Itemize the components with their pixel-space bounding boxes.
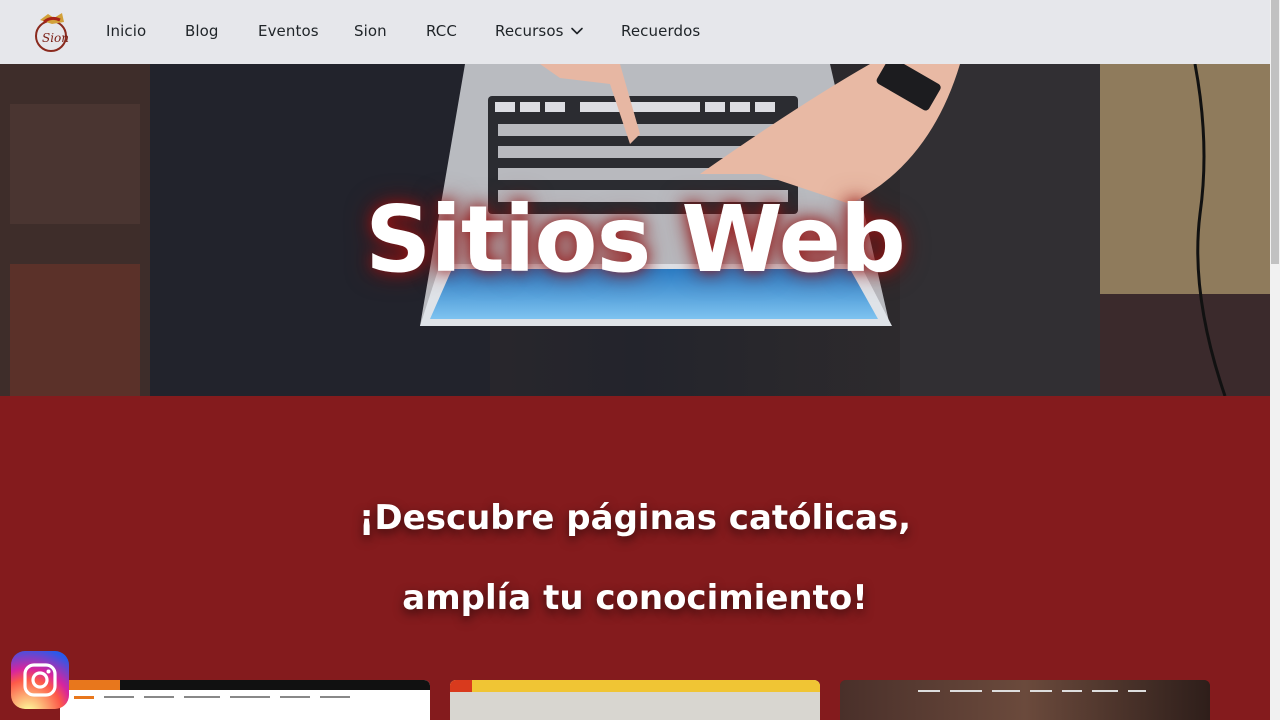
card-preview-topbar	[450, 680, 820, 692]
website-card-3[interactable]	[840, 680, 1210, 720]
chevron-down-icon	[570, 27, 583, 35]
card-preview-logo	[450, 680, 472, 692]
nav-blog[interactable]: Blog	[185, 22, 219, 40]
instagram-button[interactable]	[11, 651, 69, 709]
nav-sion[interactable]: Sion	[354, 22, 387, 40]
nav-inicio[interactable]: Inicio	[106, 22, 146, 40]
sion-logo-icon[interactable]: Sion	[30, 10, 72, 54]
card-preview-menu	[60, 690, 430, 704]
svg-text:Sion: Sion	[42, 31, 69, 45]
card-preview-accent	[60, 680, 120, 690]
section-headline-line1: ¡Descubre páginas católicas,	[358, 498, 912, 538]
section-headline-line2: amplía tu conocimiento!	[402, 578, 868, 618]
card-preview-menu	[840, 684, 1210, 698]
nav-eventos[interactable]: Eventos	[258, 22, 319, 40]
website-card-1[interactable]	[60, 680, 430, 720]
nav-recuerdos[interactable]: Recuerdos	[621, 22, 700, 40]
instagram-icon	[23, 663, 57, 697]
nav-recursos-label: Recursos	[495, 22, 564, 40]
nav-recursos-dropdown[interactable]: Recursos	[495, 22, 584, 40]
nav-rcc[interactable]: RCC	[426, 22, 457, 40]
hero-banner: Sitios Web	[0, 64, 1270, 396]
page-scrollbar[interactable]	[1270, 0, 1280, 720]
top-navigation: Sion Inicio Blog Eventos Sion RCC Recurs…	[0, 0, 1270, 64]
card-preview-body	[450, 692, 820, 720]
scrollbar-thumb[interactable]	[1271, 0, 1279, 264]
discover-section: ¡Descubre páginas católicas, amplía tu c…	[0, 396, 1270, 720]
hero-title: Sitios Web	[365, 186, 906, 293]
website-card-2[interactable]	[450, 680, 820, 720]
